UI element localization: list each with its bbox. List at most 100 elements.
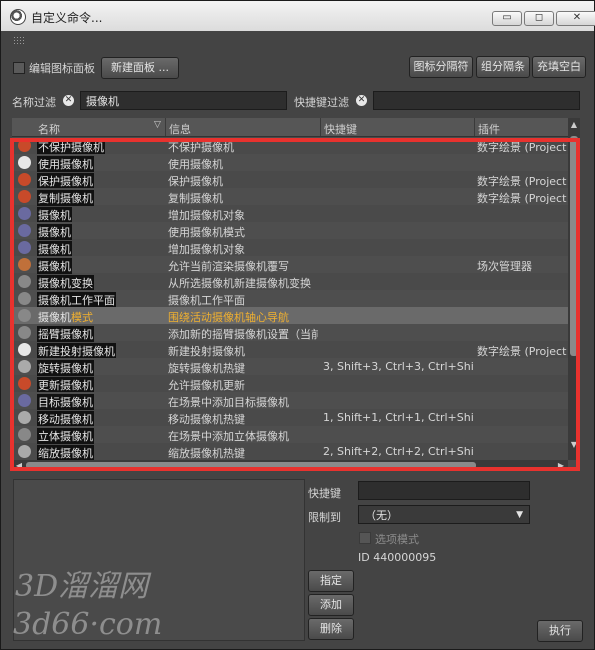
delete-button[interactable]: 删除 <box>308 618 354 640</box>
edit-palette-label: 编辑图标面板 <box>29 62 95 75</box>
restrict-to-select[interactable]: （无） ▼ <box>358 505 530 524</box>
panel-grip-icon[interactable] <box>13 36 25 46</box>
command-info: 复制摄像机 <box>168 192 223 205</box>
name-match-text: 摄像机 <box>38 311 71 324</box>
icon-separator-button[interactable]: 图标分隔符 <box>409 56 473 78</box>
command-info: 在场景中添加立体摄像机 <box>168 430 289 443</box>
command-plugin: 数字绘景 (Projectio <box>477 345 567 358</box>
table-row[interactable]: 旋转摄像机 旋转摄像机热键 3, Shift+3, Ctrl+3, Ctrl+Shi… <box>12 358 568 376</box>
table-row[interactable]: 新建投射摄像机 新建投射摄像机 数字绘景 (Projectio <box>12 341 568 359</box>
table-row[interactable]: 更新摄像机 允许摄像机更新 <box>12 375 568 393</box>
move-camera-icon <box>18 411 31 424</box>
maximize-button[interactable]: ◻ <box>524 11 554 26</box>
edit-palette-checkbox[interactable] <box>13 62 25 74</box>
scroll-left-icon[interactable]: ◀ <box>14 460 24 471</box>
shortcut-filter-input[interactable] <box>373 91 580 110</box>
command-info: 新建投射摄像机 <box>168 345 245 358</box>
header-info[interactable]: 信息 <box>169 121 191 137</box>
table-row[interactable]: 摄像机模式 围绕活动摄像机轴心导航 <box>12 307 568 324</box>
add-button[interactable]: 添加 <box>308 594 354 616</box>
table-header: 名称 ▽ 信息 快捷键 插件 <box>12 118 568 137</box>
window-title: 自定义命令... <box>31 11 103 25</box>
execute-button[interactable]: 执行 <box>537 620 583 642</box>
sort-icon[interactable]: ▽ <box>154 120 161 130</box>
table-row[interactable]: 摄像机变换 从所选摄像机新建摄像机变换 <box>12 273 568 291</box>
command-info: 使用摄像机 <box>168 158 223 171</box>
table-row[interactable]: 摄像机 允许当前渲染摄像机覆写 场次管理器 <box>12 256 568 274</box>
command-name: 摄像机 <box>37 241 72 257</box>
table-row[interactable]: 立体摄像机 在场景中添加立体摄像机 <box>12 426 568 444</box>
table-row[interactable]: 使用摄像机 使用摄像机 <box>12 154 568 172</box>
option-mode-label: 选项模式 <box>375 533 419 546</box>
command-name: 立体摄像机 <box>37 428 94 444</box>
commands-table: 名称 ▽ 信息 快捷键 插件 不保护摄像机 不保护摄像机 数字绘景 (Project… <box>12 118 580 471</box>
zoom-camera-icon <box>18 445 31 458</box>
command-name: 使用摄像机 <box>37 156 94 172</box>
scroll-down-icon[interactable]: ▼ <box>569 440 579 450</box>
table-row[interactable]: 移动摄像机 移动摄像机热键 1, Shift+1, Ctrl+1, Ctrl+Shi… <box>12 409 568 427</box>
shortcut-filter-label: 快捷键过滤 <box>294 96 349 109</box>
command-name: 保护摄像机 <box>37 173 94 189</box>
scroll-right-icon[interactable]: ▶ <box>556 460 566 471</box>
command-name: 目标摄像机 <box>37 394 94 410</box>
table-row[interactable]: 摄像机工作平面 摄像机工作平面 <box>12 290 568 308</box>
command-info: 增加摄像机对象 <box>168 243 245 256</box>
chevron-down-icon: ▼ <box>516 510 523 520</box>
fill-space-button[interactable]: 充填空白 <box>532 56 586 78</box>
header-name[interactable]: 名称 <box>38 121 60 137</box>
header-separator <box>165 118 166 136</box>
camera-icon <box>18 207 31 220</box>
minimize-button[interactable]: ▭ <box>492 11 522 26</box>
camera-override-icon <box>18 258 31 271</box>
table-row[interactable]: 复制摄像机 复制摄像机 数字绘景 (Projectio <box>12 188 568 206</box>
command-shortcut: 3, Shift+3, Ctrl+3, Ctrl+Shift+ <box>323 360 473 373</box>
header-shortcut[interactable]: 快捷键 <box>324 121 357 137</box>
command-plugin: 数字绘景 (Projectio <box>477 141 567 154</box>
clear-shortcut-filter-icon[interactable]: ✕ <box>356 95 367 106</box>
scroll-up-icon[interactable]: ▲ <box>569 120 579 130</box>
group-separator-button[interactable]: 组分隔条 <box>476 56 530 78</box>
header-separator <box>320 118 321 136</box>
command-info: 允许当前渲染摄像机覆写 <box>168 260 289 273</box>
command-name: 旋转摄像机 <box>37 360 94 376</box>
vertical-scrollbar[interactable]: ▲ ▼ <box>568 118 580 460</box>
cinema4d-app-icon <box>10 9 26 25</box>
command-shortcut: 2, Shift+2, Ctrl+2, Ctrl+Shift+ <box>323 445 473 458</box>
option-mode-checkbox[interactable] <box>359 532 371 544</box>
table-row[interactable]: 保护摄像机 保护摄像机 数字绘景 (Projectio <box>12 171 568 189</box>
command-info: 添加新的摇臂摄像机设置（当前 <box>168 328 318 341</box>
crane-camera-icon <box>18 326 31 339</box>
table-row[interactable]: 摄像机 增加摄像机对象 <box>12 239 568 257</box>
update-camera-icon <box>18 377 31 390</box>
camera-mode-icon <box>18 224 31 237</box>
camera-pivot-icon <box>18 309 31 322</box>
table-row[interactable]: 不保护摄像机 不保护摄像机 数字绘景 (Projectio <box>12 137 568 155</box>
clear-name-filter-icon[interactable]: ✕ <box>63 95 74 106</box>
table-row[interactable]: 目标摄像机 在场景中添加目标摄像机 <box>12 392 568 410</box>
command-name: 更新摄像机 <box>37 377 94 393</box>
shortcut-field[interactable] <box>358 481 530 500</box>
table-row[interactable]: 摇臂摄像机 添加新的摇臂摄像机设置（当前 <box>12 324 568 342</box>
command-info: 从所选摄像机新建摄像机变换 <box>168 277 311 290</box>
header-plugin[interactable]: 插件 <box>478 121 500 137</box>
name-filter-label: 名称过滤 <box>12 96 56 109</box>
vertical-scroll-thumb[interactable] <box>570 136 578 356</box>
rotate-camera-icon <box>18 360 31 373</box>
table-row[interactable]: 摄像机 增加摄像机对象 <box>12 205 568 223</box>
table-row[interactable]: 摄像机 使用摄像机模式 <box>12 222 568 240</box>
target-camera-icon <box>18 394 31 407</box>
name-filter-input[interactable]: 摄像机 <box>80 91 287 110</box>
camera-unprotect-icon <box>18 139 31 152</box>
close-button[interactable]: ✕ <box>556 11 595 26</box>
command-info: 旋转摄像机热键 <box>168 362 245 375</box>
camera-copy-icon <box>18 190 31 203</box>
camera-use-icon <box>18 156 31 169</box>
horizontal-scrollbar[interactable]: ◀ ▶ <box>12 460 568 471</box>
command-info: 允许摄像机更新 <box>168 379 245 392</box>
new-palette-button[interactable]: 新建面板 ... <box>101 57 179 79</box>
table-row[interactable]: 缩放摄像机 缩放摄像机热键 2, Shift+2, Ctrl+2, Ctrl+Shi… <box>12 443 568 460</box>
command-plugin: 数字绘景 (Projectio <box>477 175 567 188</box>
horizontal-scroll-thumb[interactable] <box>26 462 476 469</box>
camera-workplane-icon <box>18 292 31 305</box>
assign-button[interactable]: 指定 <box>308 570 354 592</box>
